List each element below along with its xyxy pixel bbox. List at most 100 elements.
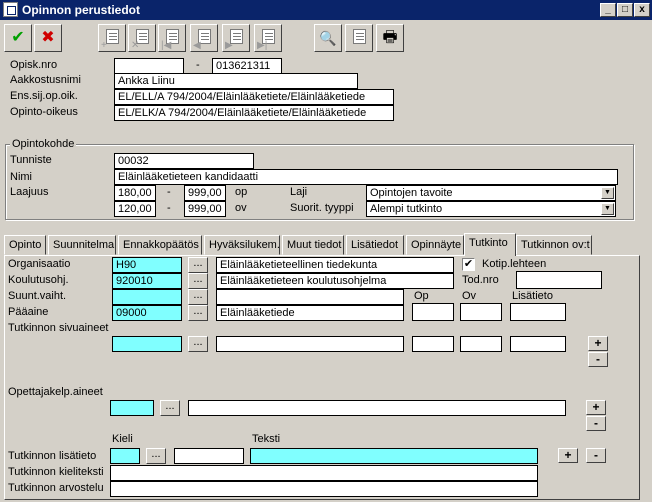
suunt-lookup-button[interactable]: ... bbox=[188, 289, 208, 305]
kieliteksti-field[interactable] bbox=[110, 465, 538, 481]
search-icon: 🔍 bbox=[319, 30, 337, 46]
opintooikeus-label: Opinto-oikeus bbox=[10, 106, 78, 118]
lisatieto-teksti-field[interactable] bbox=[250, 448, 538, 464]
laajuus-ov-min-field[interactable]: 120,00 bbox=[114, 201, 156, 217]
search-button[interactable]: 🔍 bbox=[314, 24, 342, 52]
paaaine-lookup-button[interactable]: ... bbox=[188, 305, 208, 321]
laajuus-ov-dash: - bbox=[167, 202, 171, 214]
laajuus-label: Laajuus bbox=[10, 186, 49, 198]
suorit-select-value: Alempi tutkinto bbox=[370, 203, 443, 215]
delete-record-button[interactable]: ✕ bbox=[128, 24, 156, 52]
nimi-field[interactable]: Eläinlääketieteen kandidaatti bbox=[114, 169, 618, 185]
enssij-field[interactable]: EL/ELL/A 794/2004/Eläinlääketiete/Eläinl… bbox=[114, 89, 394, 105]
chevron-down-icon[interactable]: ▼ bbox=[601, 187, 614, 199]
lisatieto-remove-button[interactable]: - bbox=[586, 448, 606, 463]
tab-ennakkopaatos[interactable]: Ennakkopäätös bbox=[118, 235, 202, 255]
sivuaine-code-field[interactable] bbox=[112, 336, 182, 352]
title-bar: Opinnon perustiedot _ □ x bbox=[0, 0, 652, 20]
paaaine-lisatieto-field[interactable] bbox=[510, 303, 566, 321]
lisatieto-kieli-field[interactable] bbox=[110, 448, 140, 464]
sivuaine-add-button[interactable]: + bbox=[588, 336, 608, 351]
window-title: Opinnon perustiedot bbox=[22, 3, 140, 17]
organisaatio-name-field[interactable]: Eläinlääketieteellinen tiedekunta bbox=[216, 257, 454, 273]
lisatieto-label: Tutkinnon lisätieto bbox=[8, 450, 97, 462]
kotip-checkbox[interactable]: ✔ bbox=[462, 258, 475, 271]
koulutus-code-field[interactable]: 920010 bbox=[112, 273, 182, 289]
koulutus-name-field[interactable]: Eläinlääketieteen koulutusohjelma bbox=[216, 273, 454, 289]
laji-select[interactable]: Opintojen tavoite ▼ bbox=[366, 185, 616, 201]
paaaine-op-field[interactable] bbox=[412, 303, 454, 321]
sivuaine-remove-button[interactable]: - bbox=[588, 352, 608, 367]
chevron-down-icon[interactable]: ▼ bbox=[601, 203, 614, 215]
sivuaine-name-field[interactable] bbox=[216, 336, 404, 352]
sivuaine-ov-field[interactable] bbox=[460, 336, 502, 352]
previous-record-button[interactable]: ◀ bbox=[190, 24, 218, 52]
koulutus-label: Koulutusohj. bbox=[8, 274, 69, 286]
tab-tutkinto[interactable]: Tutkinto bbox=[464, 233, 516, 256]
suorit-select[interactable]: Alempi tutkinto ▼ bbox=[366, 201, 616, 217]
paaaine-label: Pääaine bbox=[8, 306, 49, 318]
opisknro-field-2[interactable]: 013621311 bbox=[212, 58, 282, 74]
tab-hyvaksilukem[interactable]: Hyväksilukem. bbox=[204, 235, 280, 255]
print-button[interactable]: 🖶 bbox=[376, 24, 404, 52]
maximize-button[interactable]: □ bbox=[617, 3, 633, 17]
opintokohde-group-label: Opintokohde bbox=[10, 138, 77, 150]
new-record-button[interactable]: + bbox=[98, 24, 126, 52]
opintooikeus-field[interactable]: EL/ELK/A 794/2004/Eläinlääketiete/Eläinl… bbox=[114, 105, 394, 121]
toolbar: ✔ ✖ + ✕ |◀ ◀ ▶ ▶| 🔍 🖶 bbox=[0, 22, 652, 56]
paaaine-code-field[interactable]: 09000 bbox=[112, 305, 182, 321]
first-record-button[interactable]: |◀ bbox=[158, 24, 186, 52]
accept-button[interactable]: ✔ bbox=[4, 24, 32, 52]
opettaja-add-button[interactable]: + bbox=[586, 400, 606, 415]
opisknro-dash: - bbox=[196, 59, 200, 71]
lisatieto-kieli-name-field[interactable] bbox=[174, 448, 244, 464]
aakkostusnimi-field[interactable]: Ankka Liinu bbox=[114, 73, 358, 89]
kotip-label: Kotip.lehteen bbox=[482, 258, 547, 270]
printer-icon: 🖶 bbox=[382, 29, 398, 46]
tab-tutkinnon-ovt[interactable]: Tutkinnon ov:t bbox=[516, 235, 592, 255]
laji-select-value: Opintojen tavoite bbox=[370, 187, 453, 199]
opettaja-name-field[interactable] bbox=[188, 400, 566, 416]
unit-ov-label: ov bbox=[235, 202, 247, 214]
sivuaine-op-field[interactable] bbox=[412, 336, 454, 352]
organisaatio-code-field[interactable]: H90 bbox=[112, 257, 182, 273]
column-ov-header: Ov bbox=[462, 290, 477, 302]
todnro-label: Tod.nro bbox=[462, 274, 499, 286]
tab-lisatiedot[interactable]: Lisätiedot bbox=[346, 235, 404, 255]
tab-opinto[interactable]: Opinto bbox=[4, 235, 46, 255]
suunt-name-field[interactable] bbox=[216, 289, 404, 305]
lisatieto-kieli-lookup-button[interactable]: ... bbox=[146, 448, 166, 464]
teksti-label: Teksti bbox=[252, 433, 281, 445]
lisatieto-add-button[interactable]: + bbox=[558, 448, 578, 463]
kieli-label: Kieli bbox=[112, 433, 133, 445]
opettaja-remove-button[interactable]: - bbox=[586, 416, 606, 431]
suunt-code-field[interactable] bbox=[112, 289, 182, 305]
minimize-button[interactable]: _ bbox=[600, 3, 616, 17]
tunniste-field[interactable]: 00032 bbox=[114, 153, 254, 169]
last-record-button[interactable]: ▶| bbox=[254, 24, 282, 52]
tab-suunnitelma[interactable]: Suunnitelma bbox=[48, 235, 116, 255]
arvostelu-label: Tutkinnon arvostelu bbox=[8, 482, 104, 494]
koulutus-lookup-button[interactable]: ... bbox=[188, 273, 208, 289]
column-lisatieto-header: Lisätieto bbox=[512, 290, 553, 302]
details-button[interactable] bbox=[345, 24, 373, 52]
opettaja-code-field[interactable] bbox=[110, 400, 154, 416]
close-button[interactable]: x bbox=[634, 3, 650, 17]
tab-opinnayte[interactable]: Opinnäyte bbox=[406, 235, 464, 255]
opettaja-lookup-button[interactable]: ... bbox=[160, 400, 180, 416]
sivuaine-lookup-button[interactable]: ... bbox=[188, 336, 208, 352]
arvostelu-field[interactable] bbox=[110, 481, 538, 497]
cancel-button[interactable]: ✖ bbox=[34, 24, 62, 52]
opisknro-field[interactable] bbox=[114, 58, 184, 74]
organisaatio-lookup-button[interactable]: ... bbox=[188, 257, 208, 273]
next-record-button[interactable]: ▶ bbox=[222, 24, 250, 52]
tab-muut-tiedot[interactable]: Muut tiedot bbox=[282, 235, 344, 255]
sivuaine-lisatieto-field[interactable] bbox=[510, 336, 566, 352]
laajuus-op-max-field[interactable]: 999,00 bbox=[184, 185, 226, 201]
aakkostusnimi-label: Aakkostusnimi bbox=[10, 74, 81, 86]
laajuus-ov-max-field[interactable]: 999,00 bbox=[184, 201, 226, 217]
laajuus-op-min-field[interactable]: 180,00 bbox=[114, 185, 156, 201]
paaaine-name-field[interactable]: Eläinlääketiede bbox=[216, 305, 404, 321]
todnro-field[interactable] bbox=[516, 271, 602, 289]
paaaine-ov-field[interactable] bbox=[460, 303, 502, 321]
